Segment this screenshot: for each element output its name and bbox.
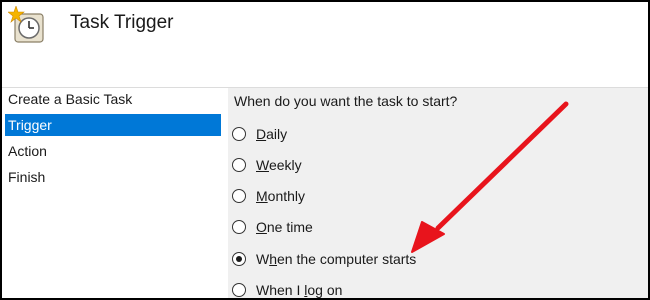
sidebar-item-finish[interactable]: Finish [5, 166, 221, 188]
option-monthly-label[interactable]: Monthly [256, 186, 305, 206]
trigger-prompt: When do you want the task to start? [234, 93, 458, 109]
option-daily-label[interactable]: Daily [256, 124, 287, 144]
sidebar-item-action[interactable]: Action [5, 140, 221, 162]
trigger-options-panel: When do you want the task to start? Dail… [228, 88, 648, 298]
sidebar-item-trigger[interactable]: Trigger [5, 114, 221, 136]
option-one-time-label[interactable]: One time [256, 217, 313, 237]
radio-monthly[interactable] [232, 189, 246, 203]
option-when-computer-starts-label[interactable]: When the computer starts [256, 249, 416, 269]
radio-when-i-log-on[interactable] [232, 283, 246, 297]
radio-weekly[interactable] [232, 158, 246, 172]
wizard-header: Task Trigger [2, 2, 648, 88]
wizard-window: Task Trigger Create a Basic Task Trigger… [2, 2, 648, 298]
wizard-steps-sidebar: Create a Basic Task Trigger Action Finis… [2, 88, 228, 298]
sidebar-item-create-basic-task[interactable]: Create a Basic Task [5, 88, 221, 110]
radio-one-time[interactable] [232, 220, 246, 234]
option-weekly-label[interactable]: Weekly [256, 155, 302, 175]
page-title: Task Trigger [70, 12, 174, 33]
radio-when-computer-starts[interactable] [232, 252, 246, 266]
task-scheduler-clock-icon [8, 6, 44, 43]
radio-daily[interactable] [232, 127, 246, 141]
option-when-i-log-on-label[interactable]: When I log on [256, 280, 342, 298]
